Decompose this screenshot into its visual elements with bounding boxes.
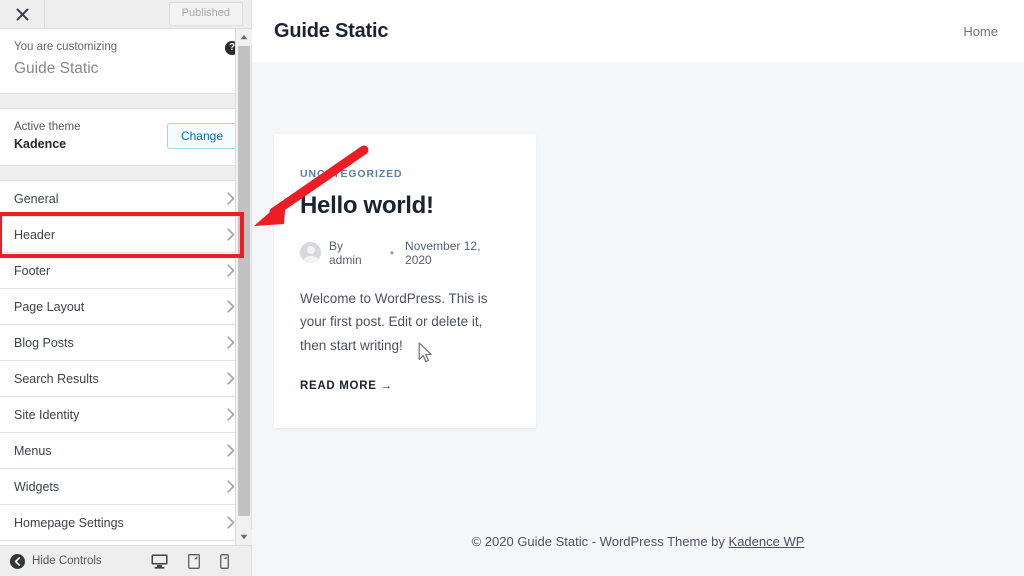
section-item-widgets[interactable]: Widgets <box>0 469 251 506</box>
hide-controls-label: Hide Controls <box>32 555 102 567</box>
section-item-label: Site Identity <box>14 407 80 422</box>
post-date: November 12, 2020 <box>405 238 481 267</box>
chevron-right-icon <box>227 336 235 349</box>
section-item-label: Blog Posts <box>14 335 74 350</box>
customizing-eyebrow: You are customizing <box>14 41 118 53</box>
avatar <box>300 242 321 264</box>
site-nav: Home <box>963 24 998 39</box>
active-theme-block: Active theme Kadence Change <box>0 107 251 167</box>
chevron-right-icon <box>227 300 235 313</box>
section-item-label: Header <box>14 227 55 242</box>
read-more-label: READ MORE <box>300 379 377 392</box>
hide-controls-button[interactable]: Hide Controls <box>10 553 102 569</box>
footer-theme-link[interactable]: Kadence WP <box>729 534 805 549</box>
section-item-menus[interactable]: Menus <box>0 433 251 470</box>
section-item-footer[interactable]: Footer <box>0 253 251 290</box>
section-item-blog-posts[interactable]: Blog Posts <box>0 325 251 362</box>
section-item-search-results[interactable]: Search Results <box>0 361 251 398</box>
collapse-icon <box>10 553 25 569</box>
post-card: UNCATEGORIZED Hello world! By admin • No… <box>274 134 536 428</box>
chevron-right-icon <box>227 372 235 385</box>
chevron-right-icon <box>227 264 235 277</box>
section-item-label: Homepage Settings <box>14 515 124 530</box>
caret-down-icon <box>240 534 248 540</box>
customizing-header: You are customizing Guide Static ? <box>0 29 251 94</box>
active-theme-label: Active theme <box>14 120 81 133</box>
post-title[interactable]: Hello world! <box>300 192 510 221</box>
meta-separator: • <box>389 245 395 260</box>
footer-credit: © 2020 Guide Static - WordPress Theme by… <box>472 534 805 549</box>
scrollbar-thumb[interactable] <box>238 46 250 516</box>
customizer-topbar: Published <box>0 0 251 29</box>
device-desktop-button[interactable] <box>151 554 168 569</box>
chevron-right-icon <box>227 480 235 493</box>
footer-credit-text: © 2020 Guide Static - WordPress Theme by <box>471 533 729 549</box>
site-brand[interactable]: Guide Static <box>274 20 388 43</box>
scrollbar-up-button[interactable] <box>236 29 252 45</box>
section-item-homepage-settings[interactable]: Homepage Settings <box>0 505 251 542</box>
section-item-label: Search Results <box>14 371 99 386</box>
section-item-label: Menus <box>14 443 52 458</box>
post-excerpt: Welcome to WordPress. This is your first… <box>300 290 488 354</box>
post-category-link[interactable]: UNCATEGORIZED <box>300 168 403 180</box>
post-author[interactable]: By admin <box>329 239 379 267</box>
nav-link-home[interactable]: Home <box>963 24 998 39</box>
site-preview: Guide Static Home UNCATEGORIZED Hello wo… <box>252 0 1024 576</box>
close-customizer-button[interactable] <box>0 0 45 28</box>
device-mobile-button[interactable] <box>220 553 229 569</box>
customizer-screen: Published You are customizing Guide Stat… <box>0 0 1024 576</box>
chevron-right-icon <box>227 444 235 457</box>
customizer-panel: Published You are customizing Guide Stat… <box>0 0 252 576</box>
site-footer: © 2020 Guide Static - WordPress Theme by… <box>252 506 1024 576</box>
chevron-right-icon <box>227 192 235 205</box>
section-item-general[interactable]: General <box>0 181 251 218</box>
section-item-label: General <box>14 191 59 206</box>
panel-gap-top <box>0 93 251 108</box>
desktop-icon <box>151 554 168 569</box>
customizer-section-list: General Header Footer Page Layout Blog Posts… <box>0 180 251 545</box>
caret-up-icon <box>240 34 248 40</box>
customizer-bottombar: Hide Controls <box>0 545 251 576</box>
panel-scrollbar[interactable] <box>235 29 252 545</box>
section-item-site-identity[interactable]: Site Identity <box>0 397 251 434</box>
mobile-icon <box>220 553 229 569</box>
chevron-right-icon <box>227 516 235 529</box>
post-meta: By admin • November 12, 2020 <box>300 239 510 267</box>
device-preview-buttons <box>151 553 241 569</box>
change-theme-button[interactable]: Change <box>166 122 237 149</box>
active-theme-name: Kadence <box>14 137 67 152</box>
chevron-right-icon <box>227 408 235 421</box>
site-header: Guide Static Home <box>252 0 1024 62</box>
device-tablet-button[interactable] <box>188 553 200 569</box>
close-icon <box>16 8 28 20</box>
tablet-icon <box>188 553 200 569</box>
customizing-site-name: Guide Static <box>14 60 99 78</box>
section-item-label: Page Layout <box>14 299 85 314</box>
published-button[interactable]: Published <box>168 2 243 26</box>
read-more-link[interactable]: READ MORE → <box>300 380 393 392</box>
section-item-label: Footer <box>14 263 51 278</box>
panel-gap-mid <box>0 166 251 181</box>
active-theme-info: Active theme Kadence <box>14 119 80 154</box>
section-item-page-layout[interactable]: Page Layout <box>0 289 251 326</box>
site-main: UNCATEGORIZED Hello world! By admin • No… <box>252 62 1024 506</box>
scrollbar-down-button[interactable] <box>236 529 252 545</box>
arrow-right-icon: → <box>380 379 393 392</box>
section-item-label: Widgets <box>14 479 60 494</box>
section-item-header[interactable]: Header <box>0 217 251 254</box>
chevron-right-icon <box>227 228 235 241</box>
